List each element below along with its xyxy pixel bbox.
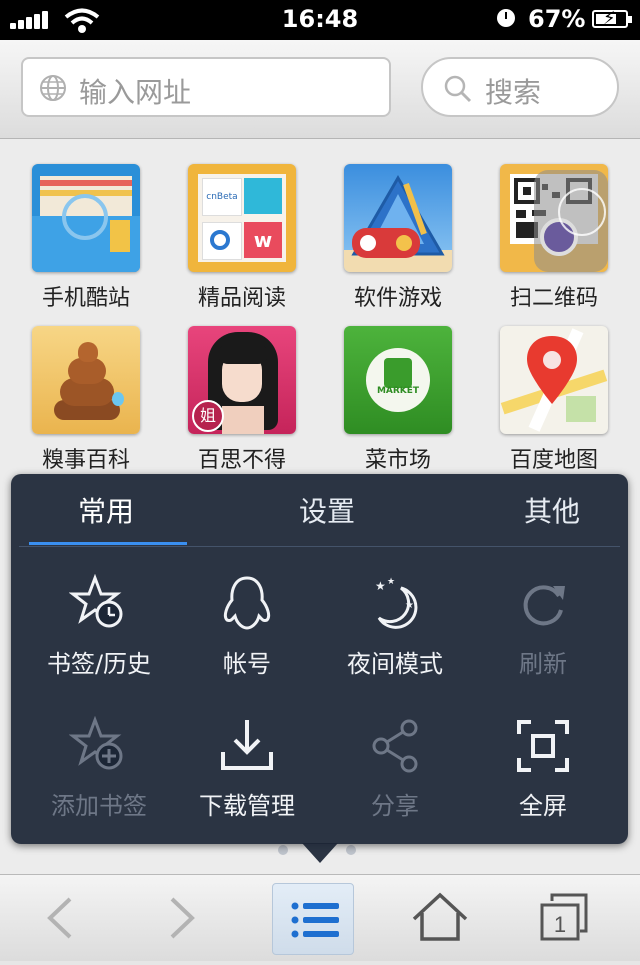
menu-item-label: 分享 bbox=[371, 792, 419, 820]
menu-add-bookmark[interactable]: 添加书签 bbox=[25, 715, 173, 821]
menu-pointer bbox=[302, 843, 338, 863]
poop-icon bbox=[32, 326, 140, 434]
search-placeholder: 搜索 bbox=[485, 76, 542, 109]
cnbeta-tile: cnBeta bbox=[202, 178, 242, 216]
qr-code-icon bbox=[500, 164, 608, 272]
globe-icon bbox=[40, 75, 66, 101]
back-icon bbox=[47, 897, 72, 939]
app-label: 精品阅读 bbox=[197, 286, 286, 311]
vegetable-market-icon: MARKET bbox=[344, 326, 452, 434]
app-label: 手机酷站 bbox=[41, 286, 130, 311]
app-tile[interactable]: 百度地图 bbox=[476, 326, 632, 474]
tab-common[interactable]: 常用 bbox=[41, 490, 171, 530]
search-input[interactable]: 搜索 bbox=[421, 57, 619, 117]
menu-night-mode[interactable]: ★ ★ ★ 夜间模式 bbox=[321, 574, 469, 679]
menu-item-label: 刷新 bbox=[519, 650, 567, 678]
windows-button[interactable]: 1 bbox=[526, 875, 606, 961]
menu-button[interactable] bbox=[272, 883, 354, 955]
menu-download-manager[interactable]: 下载管理 bbox=[173, 716, 321, 821]
app-tile[interactable]: 软件游戏 bbox=[320, 164, 476, 312]
map-pin-icon bbox=[500, 326, 608, 434]
home-icon bbox=[412, 892, 468, 941]
main-menu-panel: 常用 设置 其他 书签/历史 帐号 ★ ★ ★ 夜间模式 刷新 添加书签 下载管… bbox=[11, 474, 628, 844]
window-count: 1 bbox=[554, 912, 566, 937]
anime-girl-icon: 姐 bbox=[188, 326, 296, 434]
menu-item-label: 帐号 bbox=[223, 650, 271, 678]
app-label: 糗事百科 bbox=[41, 448, 130, 473]
app-tile[interactable]: 姐 百思不得 bbox=[164, 326, 320, 474]
address-bar: 输入网址 搜索 bbox=[0, 40, 640, 139]
tab-other[interactable]: 其他 bbox=[487, 490, 617, 530]
url-placeholder: 输入网址 bbox=[79, 76, 192, 109]
menu-item-label: 夜间模式 bbox=[347, 650, 443, 678]
app-tile[interactable]: cnBeta w 精品阅读 bbox=[164, 164, 320, 312]
star-plus-icon bbox=[68, 715, 123, 770]
home-button[interactable] bbox=[400, 875, 480, 961]
bottom-toolbar: 1 bbox=[0, 874, 640, 961]
menu-item-label: 全屏 bbox=[519, 792, 567, 820]
fullscreen-icon bbox=[517, 720, 569, 772]
tab-settings[interactable]: 设置 bbox=[262, 490, 392, 530]
menu-bookmarks-history[interactable]: 书签/历史 bbox=[25, 573, 173, 679]
bookmark-globe-icon bbox=[32, 164, 140, 272]
menu-refresh[interactable]: 刷新 bbox=[469, 574, 617, 679]
status-bar: 16:48 67% ⚡ bbox=[0, 0, 640, 40]
menu-share[interactable]: 分享 bbox=[321, 716, 469, 821]
refresh-icon bbox=[523, 585, 565, 626]
svg-text:★: ★ bbox=[387, 577, 395, 587]
download-icon bbox=[221, 720, 273, 770]
svg-text:★: ★ bbox=[375, 579, 386, 593]
menu-item-label: 下载管理 bbox=[199, 792, 295, 820]
menu-tabs: 常用 设置 其他 bbox=[19, 474, 620, 547]
app-label: 扫二维码 bbox=[509, 286, 598, 311]
url-input[interactable]: 输入网址 bbox=[21, 57, 391, 117]
battery-percent: 67% bbox=[528, 5, 586, 33]
qq-penguin-icon bbox=[223, 576, 271, 630]
app-tile[interactable]: MARKET 菜市场 bbox=[320, 326, 476, 474]
app-label: 百思不得 bbox=[197, 448, 286, 473]
active-tab-indicator bbox=[29, 542, 187, 545]
windows-icon: 1 bbox=[540, 893, 588, 941]
forward-icon bbox=[170, 897, 195, 939]
app-label: 软件游戏 bbox=[353, 286, 442, 311]
app-label: 菜市场 bbox=[364, 448, 431, 473]
forward-button[interactable] bbox=[142, 875, 222, 961]
svg-text:★: ★ bbox=[405, 600, 414, 611]
gamepad-triangle-icon bbox=[344, 164, 452, 272]
reading-shelf-icon: cnBeta w bbox=[188, 164, 296, 272]
menu-item-label: 书签/历史 bbox=[46, 650, 152, 678]
market-badge: MARKET bbox=[376, 386, 420, 396]
alarm-clock-icon bbox=[497, 9, 515, 27]
app-tile[interactable]: 手机酷站 bbox=[8, 164, 164, 312]
menu-fullscreen[interactable]: 全屏 bbox=[469, 716, 617, 821]
menu-account[interactable]: 帐号 bbox=[173, 574, 321, 679]
app-badge: 姐 bbox=[192, 400, 224, 432]
menu-item-label: 添加书签 bbox=[51, 792, 147, 820]
search-icon bbox=[444, 75, 472, 103]
share-icon bbox=[372, 719, 418, 773]
app-tile[interactable]: 扫二维码 bbox=[476, 164, 632, 312]
battery-icon: ⚡ bbox=[592, 9, 632, 29]
moon-stars-icon: ★ ★ ★ bbox=[375, 577, 418, 629]
back-button[interactable] bbox=[20, 875, 100, 961]
app-label: 百度地图 bbox=[509, 448, 598, 473]
menu-list-icon bbox=[291, 902, 339, 938]
app-tile[interactable]: 糗事百科 bbox=[8, 326, 164, 474]
star-clock-icon bbox=[68, 573, 123, 628]
